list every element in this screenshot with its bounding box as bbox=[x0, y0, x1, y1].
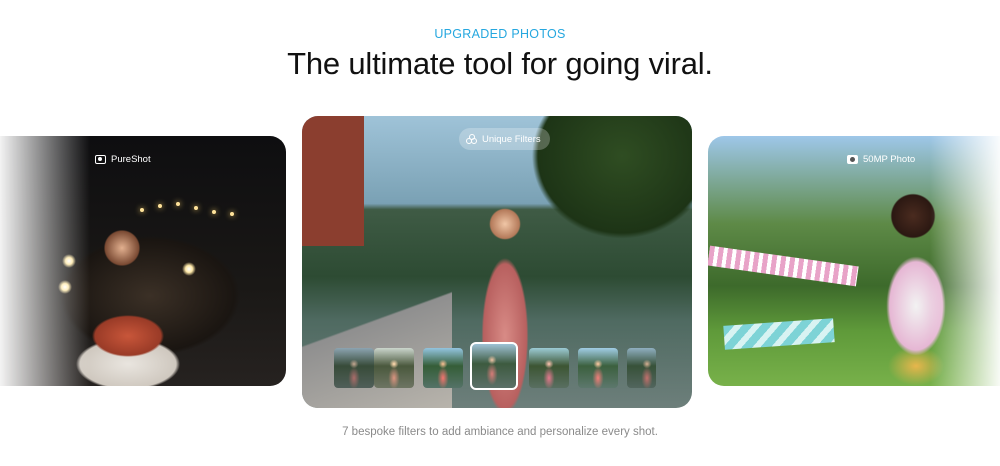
striped-sleeve bbox=[708, 245, 859, 287]
camera-icon bbox=[847, 154, 858, 164]
filters-icon bbox=[466, 133, 477, 145]
filter-thumbnail-2[interactable] bbox=[374, 348, 414, 388]
50mp-badge: 50MP Photo bbox=[840, 148, 924, 170]
picnic-blanket bbox=[723, 318, 835, 350]
section-caption: 7 bespoke filters to add ambiance and pe… bbox=[342, 426, 658, 438]
string-lights bbox=[140, 200, 260, 220]
brick-wall bbox=[302, 116, 364, 246]
edge-fade bbox=[0, 136, 90, 386]
filter-thumbnail-5[interactable] bbox=[529, 348, 569, 388]
pureshot-badge-label: PureShot bbox=[111, 153, 151, 165]
section-eyebrow: UPGRADED PHOTOS bbox=[434, 27, 566, 41]
filter-thumbnail-7[interactable] bbox=[627, 348, 656, 388]
pureshot-badge: PureShot bbox=[88, 148, 160, 170]
filter-thumbnail-3[interactable] bbox=[423, 348, 463, 388]
unique-filters-badge-label: Unique Filters bbox=[482, 133, 541, 145]
unique-filters-badge: Unique Filters bbox=[459, 128, 550, 150]
filter-thumbnail-4-selected[interactable] bbox=[470, 342, 518, 390]
50mp-photo-card[interactable]: 50MP Photo bbox=[708, 136, 1000, 386]
unique-filters-photo-card[interactable]: Unique Filters bbox=[302, 116, 692, 408]
50mp-badge-label: 50MP Photo bbox=[863, 153, 916, 165]
filter-thumbnail-1[interactable] bbox=[334, 348, 374, 388]
filter-thumbnail-6[interactable] bbox=[578, 348, 618, 388]
pureshot-icon bbox=[95, 154, 106, 164]
pureshot-photo-card[interactable]: PureShot bbox=[0, 136, 286, 386]
filter-strip bbox=[334, 342, 656, 390]
section-headline: The ultimate tool for going viral. bbox=[287, 46, 713, 81]
sparkler bbox=[182, 262, 196, 276]
edge-fade bbox=[930, 136, 1000, 386]
